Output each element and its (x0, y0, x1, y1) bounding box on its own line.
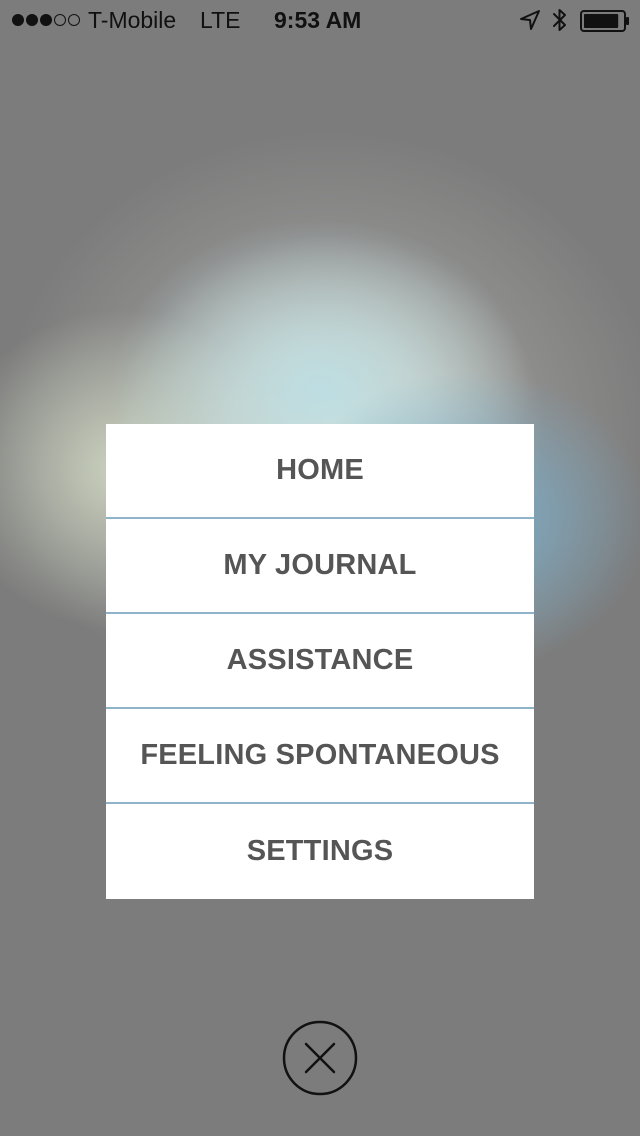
status-time: 9:53 AM (274, 7, 362, 33)
menu-item-label: FEELING SPONTANEOUS (140, 739, 500, 771)
menu-item-label: ASSISTANCE (226, 644, 414, 676)
navigation-menu: HOME MY JOURNAL ASSISTANCE FEELING SPONT… (106, 424, 534, 899)
close-menu-button[interactable] (282, 1020, 358, 1096)
menu-item-label: HOME (276, 454, 364, 486)
menu-item-assistance[interactable]: ASSISTANCE (106, 614, 534, 709)
close-x-icon (282, 1020, 358, 1096)
menu-item-label: SETTINGS (246, 835, 394, 867)
menu-screen: T-Mobile LTE 9:53 AM HOME MY JOURNAL ASS… (0, 0, 640, 1136)
menu-item-label: MY JOURNAL (223, 549, 417, 581)
carrier-name: T-Mobile (88, 7, 177, 33)
bluetooth-icon (553, 9, 566, 31)
menu-item-feeling-spontaneous[interactable]: FEELING SPONTANEOUS (106, 709, 534, 804)
status-bar: T-Mobile LTE 9:53 AM (0, 0, 640, 40)
menu-item-my-journal[interactable]: MY JOURNAL (106, 519, 534, 614)
battery-icon (580, 10, 629, 32)
location-arrow-icon (520, 10, 540, 30)
menu-item-settings[interactable]: SETTINGS (106, 804, 534, 899)
network-type: LTE (200, 7, 241, 33)
menu-item-home[interactable]: HOME (106, 424, 534, 519)
